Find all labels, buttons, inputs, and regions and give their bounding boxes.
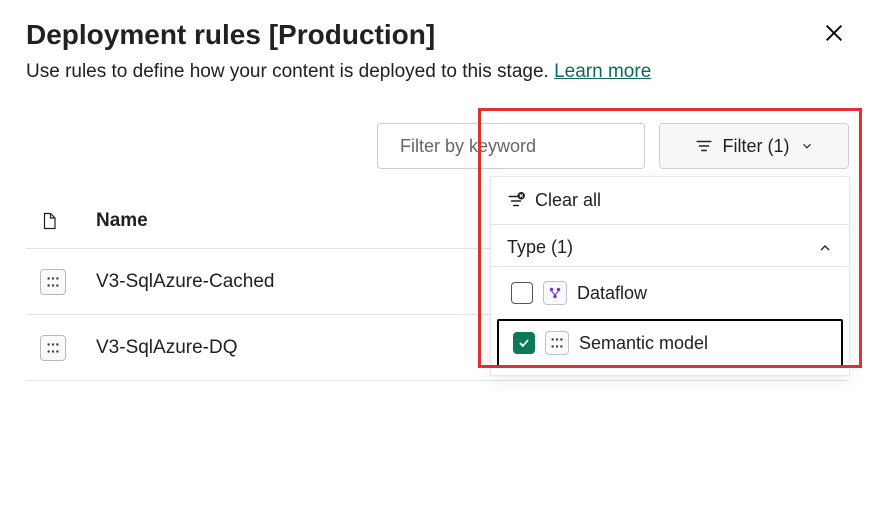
- checkbox-unchecked[interactable]: [511, 282, 533, 304]
- dialog-title: Deployment rules [Production]: [26, 19, 435, 51]
- dialog-subtitle: Use rules to define how your content is …: [26, 61, 849, 83]
- semantic-model-icon: [545, 331, 569, 355]
- filter-option-label: Dataflow: [577, 283, 647, 304]
- row-type-icon: [40, 269, 96, 295]
- header-type-icon: [40, 210, 96, 232]
- filter-group-label: Type (1): [507, 237, 573, 258]
- filter-button-label: Filter (1): [723, 136, 790, 157]
- filter-option-label: Semantic model: [579, 333, 708, 354]
- semantic-model-icon: [40, 269, 66, 295]
- close-button[interactable]: [819, 18, 849, 51]
- close-icon: [823, 22, 845, 44]
- chevron-up-icon: [817, 240, 833, 256]
- filter-popover: Clear all Type (1) Dataflow Semantic mod…: [490, 176, 850, 376]
- clear-filter-icon: [507, 192, 525, 210]
- semantic-model-icon: [40, 335, 66, 361]
- file-icon: [40, 210, 58, 232]
- filter-button[interactable]: Filter (1): [659, 123, 849, 169]
- filter-option-dataflow[interactable]: Dataflow: [497, 271, 843, 315]
- learn-more-link[interactable]: Learn more: [554, 61, 651, 82]
- search-input-wrap[interactable]: [377, 123, 645, 169]
- filter-group-header[interactable]: Type (1): [491, 225, 849, 267]
- row-type-icon: [40, 335, 96, 361]
- toolbar: Filter (1): [26, 123, 849, 169]
- clear-all-button[interactable]: Clear all: [491, 177, 849, 225]
- dataflow-icon: [543, 281, 567, 305]
- filter-icon: [695, 137, 713, 155]
- chevron-down-icon: [800, 139, 814, 153]
- clear-all-label: Clear all: [535, 190, 601, 211]
- checkbox-checked[interactable]: [513, 332, 535, 354]
- search-input[interactable]: [398, 135, 634, 158]
- deployment-rules-dialog: Deployment rules [Production] Use rules …: [0, 0, 875, 510]
- filter-option-semantic-model[interactable]: Semantic model: [497, 319, 843, 367]
- subtitle-text: Use rules to define how your content is …: [26, 61, 554, 82]
